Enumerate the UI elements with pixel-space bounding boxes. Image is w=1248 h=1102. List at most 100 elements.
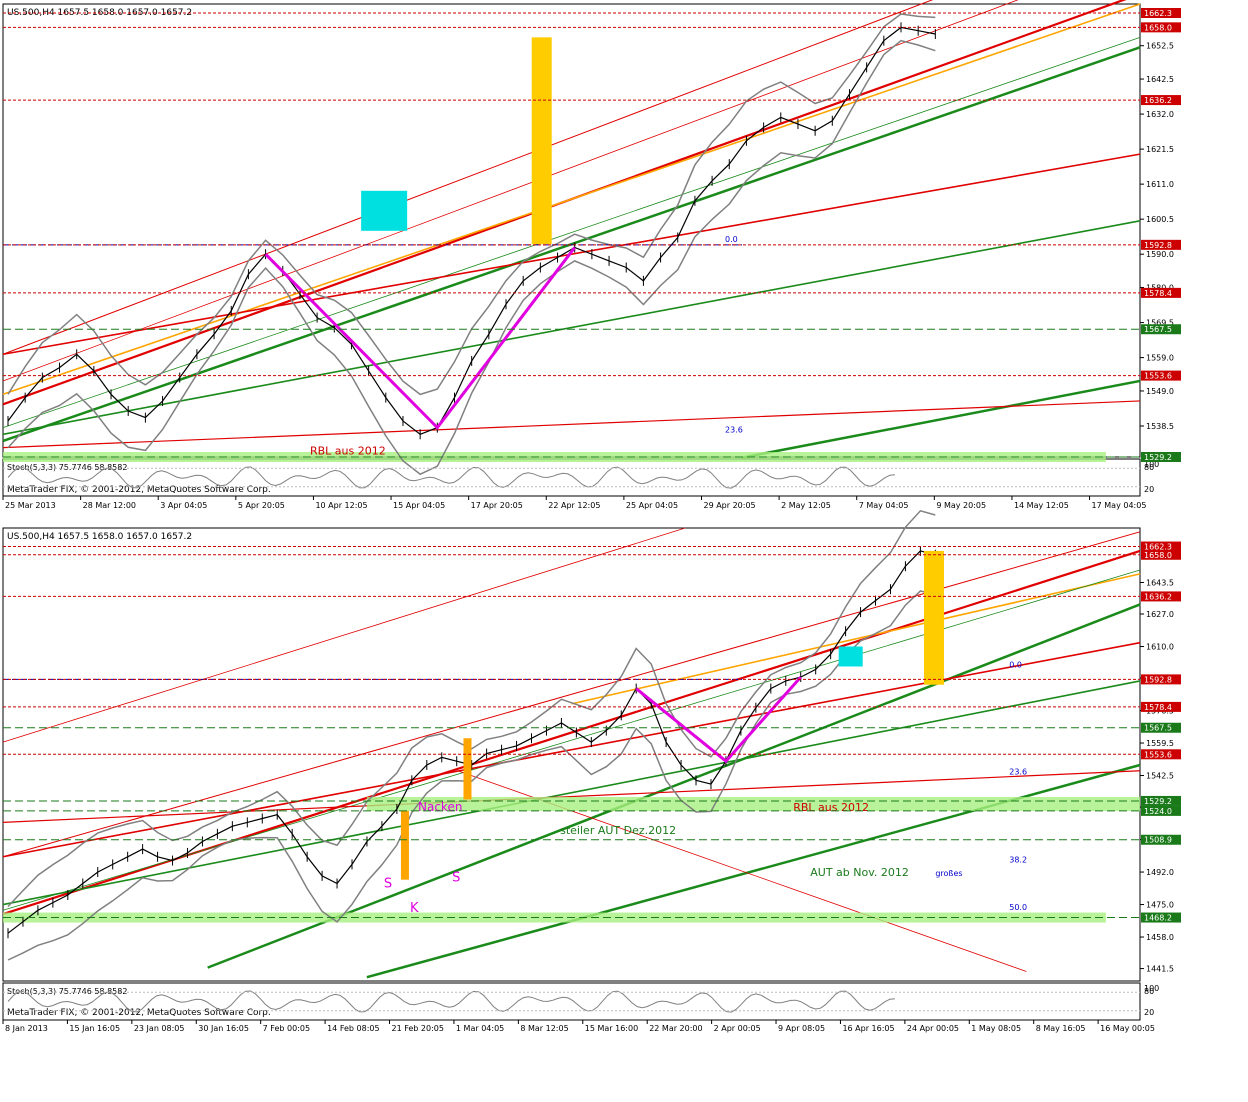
top-ytick-label: 1600.5 — [1146, 215, 1174, 224]
bottom-annotation: RBL aus 2012 — [793, 801, 869, 814]
top-price-pane — [2, 3, 1141, 458]
top-ytick-label: 1611.0 — [1146, 180, 1174, 189]
bottom-ytick-label: 1458.0 — [1146, 933, 1174, 942]
top-xtick-label: 5 Apr 20:05 — [238, 501, 285, 510]
top-level-label: 1662.3 — [1144, 9, 1172, 18]
bottom-xtick-label: 7 Feb 00:05 — [263, 1024, 310, 1033]
bottom-level-label: 1658.0 — [1144, 551, 1172, 560]
bottom-annotation: Nacken — [418, 800, 462, 814]
bottom-ytick-label: 1627.0 — [1146, 610, 1174, 619]
bottom-xtick-label: 30 Jan 16:05 — [198, 1024, 249, 1033]
top-xtick-label: 7 May 04:05 — [859, 501, 909, 510]
bottom-xtick-label: 8 Jan 2013 — [5, 1024, 48, 1033]
bottom-ytick-label: 1610.0 — [1146, 643, 1174, 652]
bottom-stoch-axis-20: 20 — [1144, 1008, 1154, 1017]
top-xtick-label: 9 May 20:05 — [936, 501, 986, 510]
top-ytick-label: 1642.5 — [1146, 75, 1174, 84]
top-target-bar — [531, 37, 552, 245]
top-xtick-label: 22 Apr 12:05 — [548, 501, 600, 510]
bottom-annotation: S — [384, 876, 392, 891]
bottom-copyright: MetaTrader FIX, © 2001-2012, MetaQuotes … — [7, 1008, 271, 1018]
top-xtick-label: 3 Apr 04:05 — [160, 501, 207, 510]
bottom-xtick-label: 21 Feb 20:05 — [392, 1024, 444, 1033]
bottom-xtick-label: 8 May 16:05 — [1036, 1024, 1086, 1033]
bottom-level-label: 1636.2 — [1144, 592, 1172, 601]
bottom-ytick-label: 1542.5 — [1146, 772, 1174, 781]
top-xtick-label: 2 May 12:05 — [781, 501, 831, 510]
bottom-level-label: 1553.6 — [1144, 750, 1172, 759]
bottom-xtick-label: 16 May 00:05 — [1100, 1024, 1155, 1033]
top-ytick-label: 1538.5 — [1146, 422, 1174, 431]
bottom-annotation: steiler AUT Dez.2012 — [560, 824, 676, 837]
bottom-xtick-label: 15 Mar 16:00 — [585, 1024, 638, 1033]
top-ytick-label: 1621.5 — [1146, 145, 1174, 154]
top-level-label: 1529.2 — [1144, 453, 1172, 462]
bottom-level-label: 1468.2 — [1144, 914, 1172, 923]
bottom-xtick-label: 1 Mar 04:05 — [456, 1024, 504, 1033]
bottom-symbol-header: US.500,H4 1657.5 1658.0 1657.0 1657.2 — [7, 532, 192, 542]
bottom-ytick-label: 1475.0 — [1146, 901, 1174, 910]
top-level-label: 1567.5 — [1144, 325, 1172, 334]
bottom-level-label: 1567.5 — [1144, 724, 1172, 733]
bottom-support-band-2 — [366, 796, 1141, 811]
top-fib-label: 23.6 — [725, 425, 743, 434]
top-level-label: 1636.2 — [1144, 96, 1172, 105]
bottom-ytick-label: 1441.5 — [1146, 965, 1174, 974]
top-annotation: RBL aus 2012 — [310, 444, 386, 457]
bottom-level-label: 1592.8 — [1144, 675, 1172, 684]
bottom-ytick-label: 1559.5 — [1146, 739, 1174, 748]
chart-canvas: US.500,H4 1657.5 1658.0 1657.0 1657.2 St… — [2, 0, 1181, 1033]
bottom-level-label: 1508.9 — [1144, 836, 1172, 845]
bottom-xtick-label: 9 Apr 08:05 — [778, 1024, 825, 1033]
top-ytick-label: 1652.5 — [1146, 42, 1174, 51]
top-fib-label: 0.0 — [725, 235, 738, 244]
bottom-level-label: 1578.4 — [1144, 703, 1172, 712]
top-cyan-zone — [361, 190, 408, 231]
bottom-level-label: 1529.2 — [1144, 797, 1172, 806]
bottom-annotation: K — [410, 901, 419, 916]
bottom-xtick-label: 2 Apr 00:05 — [714, 1024, 761, 1033]
top-level-label: 1592.8 — [1144, 241, 1172, 250]
top-xtick-label: 10 Apr 12:05 — [315, 501, 367, 510]
top-xtick-label: 28 Mar 12:00 — [83, 501, 136, 510]
bottom-stoch-label: Stoch(5,3,3) 75.7746 58.8582 — [7, 987, 127, 996]
top-level-label: 1658.0 — [1144, 23, 1172, 32]
bottom-xtick-label: 24 Apr 00:05 — [907, 1024, 959, 1033]
top-xtick-label: 29 Apr 20:05 — [703, 501, 755, 510]
bottom-xtick-label: 1 May 08:05 — [971, 1024, 1021, 1033]
bottom-annotation: S — [452, 871, 460, 886]
top-xtick-label: 17 May 04:05 — [1092, 501, 1147, 510]
bottom-orange-bar — [400, 810, 409, 880]
top-stoch-axis-80: 80 — [1144, 463, 1154, 472]
top-xtick-label: 15 Apr 04:05 — [393, 501, 445, 510]
bottom-fib-label: 0.0 — [1009, 660, 1022, 669]
top-xtick-label: 25 Apr 04:05 — [626, 501, 678, 510]
bottom-ytick-label: 1492.0 — [1146, 868, 1174, 877]
top-level-label: 1578.4 — [1144, 289, 1172, 298]
bottom-xtick-label: 15 Jan 16:05 — [69, 1024, 120, 1033]
top-ytick-label: 1590.0 — [1146, 250, 1174, 259]
bottom-annotation: großes — [935, 869, 962, 878]
bottom-ytick-label: 1643.5 — [1146, 578, 1174, 587]
top-level-label: 1553.6 — [1144, 372, 1172, 381]
bottom-xtick-label: 16 Apr 16:05 — [842, 1024, 894, 1033]
bottom-fib-label: 38.2 — [1009, 855, 1027, 864]
top-stoch-label: Stoch(5,3,3) 75.7746 58.8582 — [7, 463, 127, 472]
top-ytick-label: 1632.0 — [1146, 110, 1174, 119]
top-ytick-label: 1559.0 — [1146, 354, 1174, 363]
bottom-xtick-label: 14 Feb 08:05 — [327, 1024, 379, 1033]
bottom-target-bar — [923, 550, 944, 685]
bottom-stoch-axis-80: 80 — [1144, 987, 1154, 996]
top-ytick-label: 1549.0 — [1146, 387, 1174, 396]
top-xtick-label: 25 Mar 2013 — [5, 501, 56, 510]
bottom-fib-label: 50.0 — [1009, 903, 1027, 912]
top-stoch-axis-20: 20 — [1144, 485, 1154, 494]
top-chart: US.500,H4 1657.5 1658.0 1657.0 1657.2 St… — [2, 0, 1181, 510]
bottom-orange-bar — [463, 738, 472, 800]
bottom-level-label: 1524.0 — [1144, 807, 1172, 816]
bottom-chart: US.500,H4 1657.5 1658.0 1657.0 1657.2 St… — [2, 509, 1181, 1033]
bottom-cyan-zone — [838, 646, 863, 667]
bottom-xtick-label: 8 Mar 12:05 — [520, 1024, 568, 1033]
bottom-annotation: AUT ab Nov. 2012 — [810, 866, 909, 879]
top-xtick-label: 14 May 12:05 — [1014, 501, 1069, 510]
